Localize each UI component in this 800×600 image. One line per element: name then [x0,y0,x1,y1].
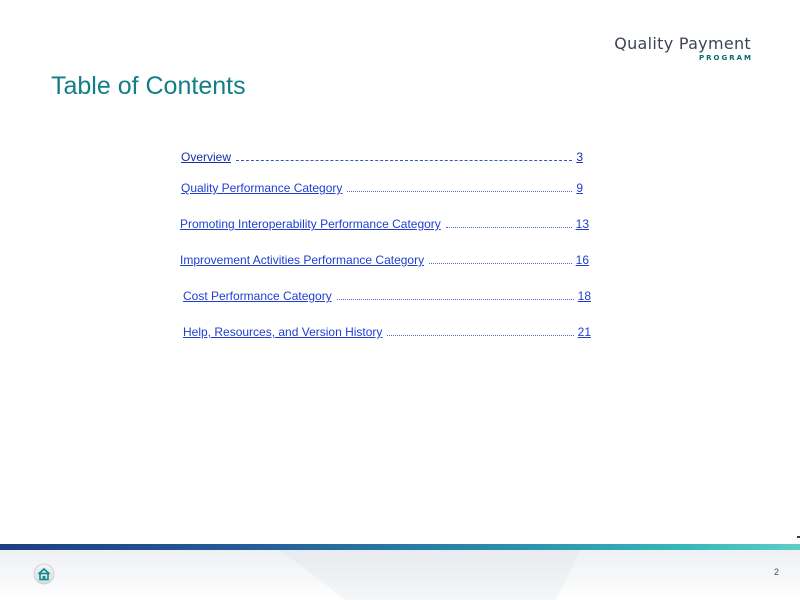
toc-item-page: 3 [576,150,583,164]
toc-item-page: 21 [577,325,591,339]
toc-item-help-resources[interactable]: Help, Resources, and Version History 21 [183,325,591,341]
toc-leader [429,253,572,264]
toc-item-cost[interactable]: Cost Performance Category 18 [183,289,591,305]
toc-item-label: Cost Performance Category [183,289,332,303]
toc-item-label: Promoting Interoperability Performance C… [180,217,441,231]
logo-main-text: Quality Payment [614,34,751,53]
toc-item-improvement-activities[interactable]: Improvement Activities Performance Categ… [180,253,589,269]
toc-leader [387,325,574,336]
toc-item-page: 18 [577,289,591,303]
toc-item-label: Quality Performance Category [181,181,343,195]
page-number: 2 [773,567,779,577]
toc-item-promoting-interoperability[interactable]: Promoting Interoperability Performance C… [180,217,589,233]
toc-leader [347,181,573,192]
toc-item-page: 13 [575,217,589,231]
toc-leader [236,150,573,161]
toc-item-label: Help, Resources, and Version History [183,325,383,339]
toc-item-page: 16 [575,253,589,267]
toc-item-label: Overview [181,150,232,164]
toc-leader [445,217,572,228]
slide-page: Quality Payment PROGRAM Table of Content… [0,0,800,600]
logo-sub-text: PROGRAM [699,54,753,62]
home-icon[interactable] [33,563,55,585]
toc-leader [336,289,574,300]
qpp-logo: Quality Payment PROGRAM [614,34,751,63]
toc-item-quality[interactable]: Quality Performance Category 9 [181,181,583,197]
page-title: Table of Contents [51,72,246,100]
toc-item-overview[interactable]: Overview 3 [181,150,583,166]
toc-item-page: 9 [576,181,583,195]
toc-item-label: Improvement Activities Performance Categ… [180,253,425,267]
